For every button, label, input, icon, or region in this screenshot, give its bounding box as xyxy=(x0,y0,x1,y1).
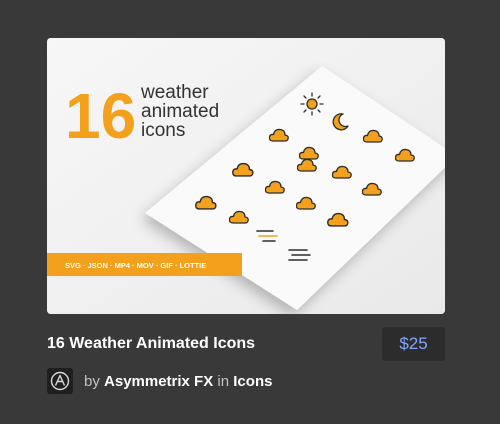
preview-big-number: 16 xyxy=(65,80,136,152)
preview-headline-line-3: icons xyxy=(141,120,185,141)
sun-icon xyxy=(300,92,324,116)
preview-headline-line-1: weather xyxy=(140,82,209,103)
by-label: by xyxy=(84,373,100,390)
product-title[interactable]: 16 Weather Animated Icons xyxy=(47,335,255,353)
preview-headline-line-2: animated xyxy=(141,101,219,122)
product-card: 16 weather animated icons SVG · JSON · M… xyxy=(0,0,500,424)
author-link[interactable]: Asymmetrix FX xyxy=(104,373,213,390)
author-logo-icon xyxy=(50,371,70,391)
preview-artwork: 16 weather animated icons SVG · JSON · M… xyxy=(47,38,445,314)
price-button[interactable]: $25 xyxy=(382,327,445,361)
product-thumbnail[interactable]: 16 weather animated icons SVG · JSON · M… xyxy=(47,38,445,314)
format-list: SVG · JSON · MP4 · MOV · GIF · LOTTIE xyxy=(65,261,206,270)
author-avatar[interactable] xyxy=(47,368,73,394)
category-link[interactable]: Icons xyxy=(233,373,272,390)
in-label: in xyxy=(217,373,230,390)
author-byline: by Asymmetrix FX in Icons xyxy=(84,373,272,390)
